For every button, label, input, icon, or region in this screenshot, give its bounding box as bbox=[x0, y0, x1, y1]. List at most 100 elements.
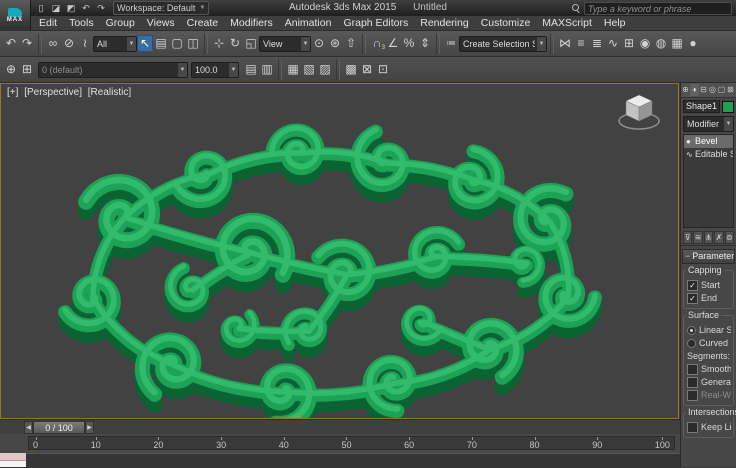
workspace-selector[interactable]: Workspace: Default ▼ bbox=[113, 1, 210, 15]
select-and-link-button[interactable]: ∞ bbox=[45, 35, 61, 52]
select-by-name-button[interactable]: ▤ bbox=[153, 35, 169, 52]
stack-item-editable-spline[interactable]: ∿Editable Spline bbox=[684, 148, 733, 161]
quick-undo-icon[interactable]: ↶ bbox=[79, 2, 93, 14]
open-file-icon[interactable]: ◪ bbox=[49, 2, 63, 14]
hide-layer-button[interactable]: ▥ bbox=[259, 61, 275, 78]
align-button[interactable]: ≡ bbox=[573, 35, 589, 52]
cap-end-row[interactable]: ✓ End bbox=[686, 292, 731, 304]
edit-named-selection-sets-button[interactable]: ≔ bbox=[443, 35, 459, 52]
rendered-frame-window-button[interactable]: ▦ bbox=[669, 35, 685, 52]
maxscript-mini-listener[interactable] bbox=[0, 453, 26, 467]
tab-utilities-icon[interactable]: ⊠ bbox=[726, 84, 735, 96]
reference-coordinate-system-dropdown[interactable]: View ▼ bbox=[259, 35, 311, 52]
named-selection-sets-dropdown[interactable]: Create Selection Set ▼ bbox=[459, 35, 547, 52]
green-scroll-ornament-object[interactable] bbox=[1, 84, 673, 418]
menu-help[interactable]: Help bbox=[598, 17, 632, 29]
layer-render-button[interactable]: ⊠ bbox=[359, 61, 375, 78]
menu-tools[interactable]: Tools bbox=[63, 17, 100, 29]
selection-filter-dropdown[interactable]: All ▼ bbox=[93, 35, 137, 52]
generate-mapping-checkbox[interactable] bbox=[687, 376, 698, 388]
keep-lines-row[interactable]: Keep Lines From Crossing bbox=[686, 421, 731, 433]
undo-button[interactable]: ↶ bbox=[3, 35, 19, 52]
use-pivot-point-button[interactable]: ⊙ bbox=[311, 35, 327, 52]
snaps-toggle[interactable]: ∩ 3 bbox=[369, 35, 385, 52]
select-object-button[interactable]: ↖ bbox=[137, 35, 153, 52]
pin-stack-button[interactable]: ⊽ bbox=[683, 231, 693, 244]
render-setup-button[interactable]: ◍ bbox=[653, 35, 669, 52]
cap-start-row[interactable]: ✓ Start bbox=[686, 279, 731, 291]
real-world-map-row[interactable]: Real-World Map Size bbox=[686, 389, 731, 401]
time-slider-handle[interactable]: 0 / 100 bbox=[33, 421, 85, 434]
mini-listener-script-row[interactable] bbox=[0, 461, 26, 467]
save-file-icon[interactable]: ◩ bbox=[64, 2, 78, 14]
mirror-button[interactable]: ⋈ bbox=[557, 35, 573, 52]
freeze-layer-button[interactable]: ▦ bbox=[285, 61, 301, 78]
tab-modify-icon[interactable]: ◖ bbox=[690, 84, 699, 96]
layer-settings-button[interactable]: ⊡ bbox=[375, 61, 391, 78]
tab-motion-icon[interactable]: ◎ bbox=[708, 84, 717, 96]
tab-display-icon[interactable]: ▢ bbox=[717, 84, 726, 96]
configure-modifier-sets-button[interactable]: ⊜ bbox=[724, 231, 735, 244]
set-current-layer-button[interactable]: ▨ bbox=[317, 61, 333, 78]
select-and-rotate-button[interactable]: ↻ bbox=[227, 35, 243, 52]
redo-button[interactable]: ↷ bbox=[19, 35, 35, 52]
remove-modifier-button[interactable]: ✗ bbox=[714, 231, 724, 244]
quick-redo-icon[interactable]: ↷ bbox=[94, 2, 108, 14]
application-menu-button[interactable]: MAX bbox=[0, 0, 31, 31]
smooth-across-levels-checkbox[interactable] bbox=[687, 363, 698, 375]
layer-list-button[interactable]: ▩ bbox=[343, 61, 359, 78]
bind-to-space-warp-button[interactable]: ≀ bbox=[77, 35, 93, 52]
select-and-scale-button[interactable]: ◱ bbox=[243, 35, 259, 52]
menu-create[interactable]: Create bbox=[181, 17, 225, 29]
new-scene-icon[interactable]: ▯ bbox=[34, 2, 48, 14]
viewport-menu-pov[interactable]: [Perspective] bbox=[24, 87, 82, 98]
percent-snap-toggle[interactable]: % bbox=[401, 35, 417, 52]
layer-properties-button[interactable]: ▤ bbox=[243, 61, 259, 78]
cap-start-checkbox[interactable]: ✓ bbox=[687, 279, 698, 291]
curved-sides-row[interactable]: Curved Sides bbox=[686, 337, 731, 349]
linear-sides-radio[interactable] bbox=[687, 325, 696, 335]
track-bar-ruler[interactable]: 0 10 20 30 40 50 60 70 80 90 100 bbox=[28, 436, 675, 450]
track-bar[interactable]: 0 10 20 30 40 50 60 70 80 90 100 bbox=[0, 434, 680, 453]
previous-frame-button[interactable]: ◀ bbox=[24, 421, 33, 434]
window-crossing-toggle[interactable]: ◫ bbox=[185, 35, 201, 52]
help-search-input[interactable] bbox=[584, 2, 732, 15]
real-world-map-checkbox[interactable] bbox=[687, 389, 698, 401]
menu-modifiers[interactable]: Modifiers bbox=[224, 17, 279, 29]
parameters-rollout-header[interactable]: − Parameters bbox=[682, 249, 735, 264]
viewport-menu-general[interactable]: [+] bbox=[7, 87, 18, 98]
menu-edit[interactable]: Edit bbox=[33, 17, 63, 29]
menu-animation[interactable]: Animation bbox=[279, 17, 338, 29]
angle-snap-toggle[interactable]: ∠ bbox=[385, 35, 401, 52]
schematic-view-button[interactable]: ⊞ bbox=[621, 35, 637, 52]
create-new-layer-button[interactable]: ⊕ bbox=[3, 61, 19, 78]
viewport-menu-shading[interactable]: [Realistic] bbox=[88, 87, 131, 98]
selection-region-button[interactable]: ▢ bbox=[169, 35, 185, 52]
menu-rendering[interactable]: Rendering bbox=[414, 17, 474, 29]
unlink-selection-button[interactable]: ⊘ bbox=[61, 35, 77, 52]
material-editor-button[interactable]: ◉ bbox=[637, 35, 653, 52]
select-layer-objects-button[interactable]: ▧ bbox=[301, 61, 317, 78]
menu-maxscript[interactable]: MAXScript bbox=[536, 17, 598, 29]
render-production-button[interactable]: ● bbox=[685, 35, 701, 52]
smooth-across-levels-row[interactable]: Smooth Across Levels bbox=[686, 363, 731, 375]
mini-listener-macro-row[interactable] bbox=[0, 453, 26, 461]
add-selection-to-layer-button[interactable]: ⊞ bbox=[19, 61, 35, 78]
view-cube[interactable] bbox=[616, 90, 662, 134]
keyboard-shortcut-override-toggle[interactable]: ⇧ bbox=[343, 35, 359, 52]
select-and-move-button[interactable]: ⊹ bbox=[211, 35, 227, 52]
time-slider-track[interactable]: ◀ 0 / 100 ▶ bbox=[0, 419, 680, 435]
layer-manager-button[interactable]: ≣ bbox=[589, 35, 605, 52]
tab-create-icon[interactable]: ⊕ bbox=[681, 84, 690, 96]
curve-editor-button[interactable]: ∿ bbox=[605, 35, 621, 52]
modifier-list-dropdown[interactable]: Modifier List ▼ bbox=[683, 116, 734, 132]
object-color-swatch[interactable] bbox=[722, 100, 734, 113]
object-name-field[interactable]: Shape1 bbox=[683, 100, 720, 113]
perspective-viewport[interactable]: [+] [Perspective] [Realistic] bbox=[0, 83, 679, 419]
current-layer-dropdown[interactable]: 0 (default) ▼ bbox=[38, 61, 188, 78]
generate-mapping-row[interactable]: Generate Mapping Coords. bbox=[686, 376, 731, 388]
linear-sides-row[interactable]: Linear Sides bbox=[686, 324, 731, 336]
stack-item-bevel[interactable]: ● Bevel bbox=[684, 135, 733, 148]
keep-lines-checkbox[interactable] bbox=[687, 421, 698, 433]
menu-graph-editors[interactable]: Graph Editors bbox=[337, 17, 414, 29]
